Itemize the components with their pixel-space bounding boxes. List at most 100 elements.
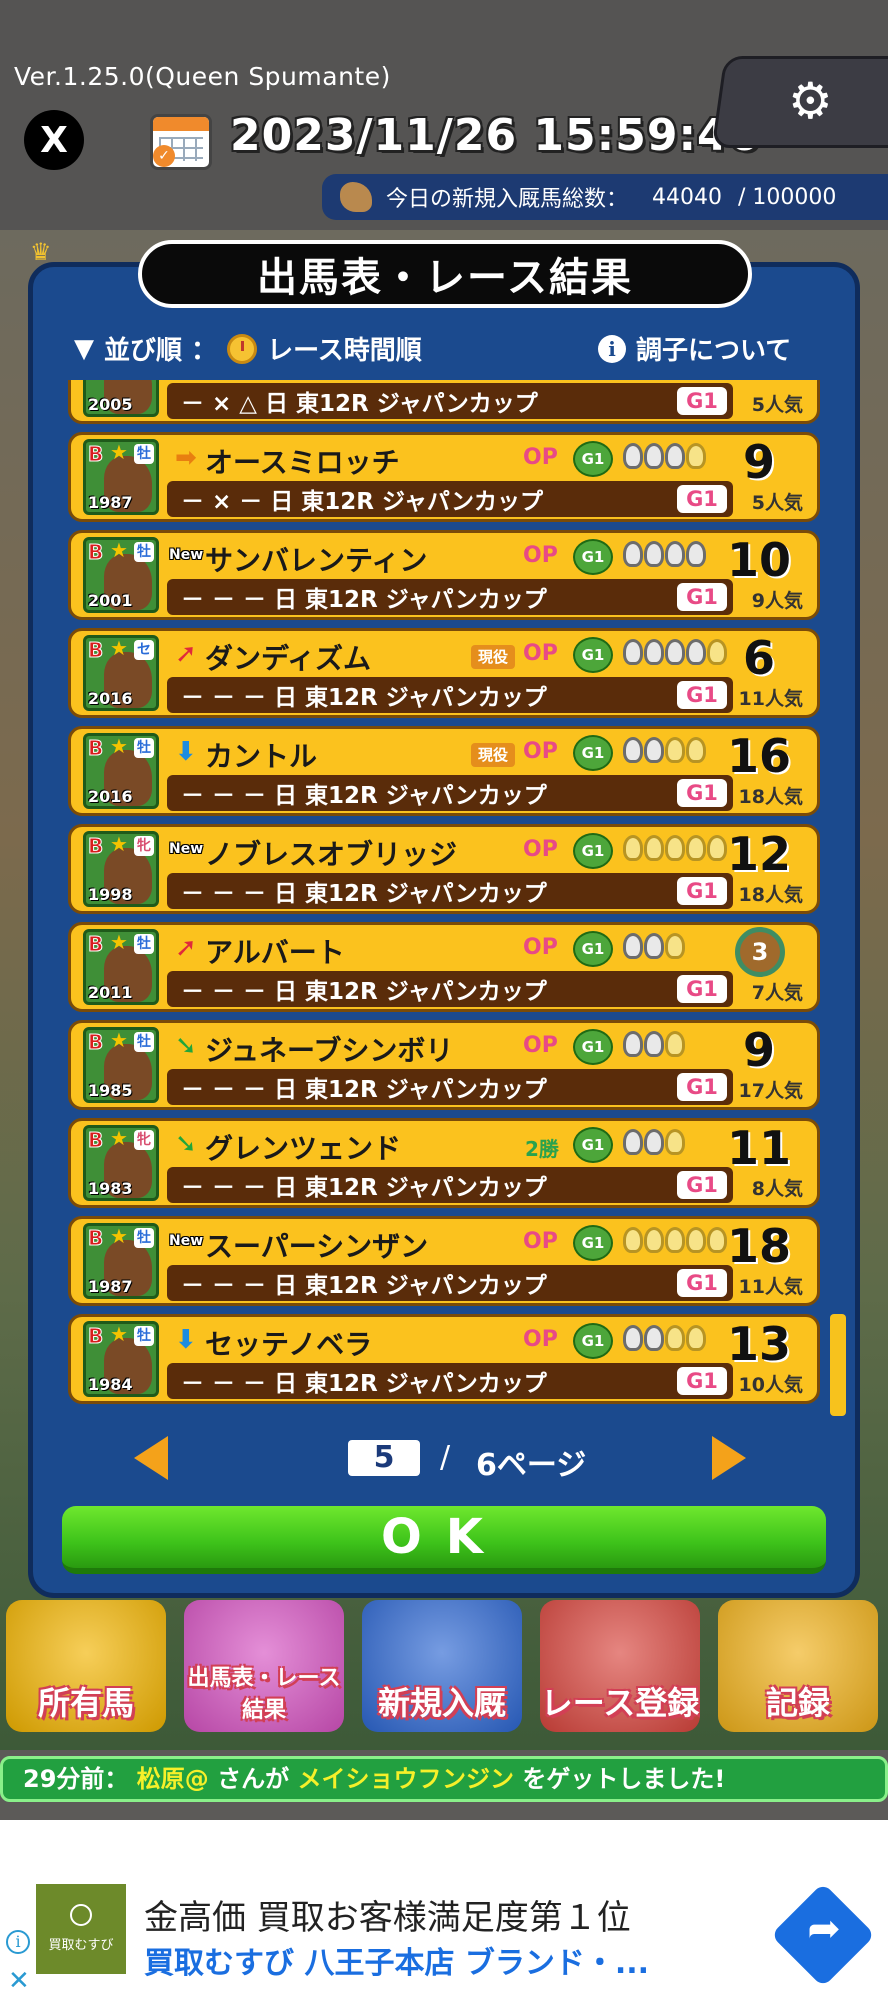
x-share-icon[interactable]: X	[24, 110, 84, 170]
dialog-title: 出馬表・レース結果	[257, 255, 633, 301]
clock-icon	[227, 333, 258, 364]
star-icon: ★	[110, 1322, 128, 1346]
horse-sex: 牡	[134, 542, 154, 562]
finish-position: 9	[742, 1023, 775, 1077]
g1-laurel-icon: G1	[573, 539, 613, 575]
gear-icon[interactable]: ⚙	[788, 76, 833, 126]
horse-sex: セ	[134, 640, 154, 660]
new-badge: New	[169, 841, 204, 857]
horse-grade: B	[87, 834, 104, 859]
popularity-rank: 11人気	[738, 688, 803, 710]
sort-label: 並び順 ：	[104, 336, 218, 366]
dialog-title-box: 出馬表・レース結果	[138, 240, 752, 308]
condition-info-link[interactable]: i 調子について	[598, 330, 791, 367]
horseshoe-gold-icon	[644, 1227, 664, 1253]
race-info-text: － × － 日 東12R ジャパンカップ	[181, 489, 544, 515]
bottom-nav: 所有馬 出馬表・レース結果 新規入厩 レース登録 記録	[0, 1600, 888, 1732]
horse-portrait: B★牡2005	[83, 380, 159, 417]
prev-page-arrow-icon[interactable]	[134, 1436, 168, 1480]
ad-banner[interactable]: i ✕ 買取むすび 金高価 買取お客様満足度第１位 買取むすび 八王子本店 ブラ…	[0, 1866, 888, 2000]
current-page-number[interactable]: 5	[348, 1440, 420, 1476]
finish-position: 9	[742, 435, 775, 489]
horseshoe-icon	[665, 541, 685, 567]
horse-year: 2011	[88, 983, 133, 1002]
horse-name: ダンディズム	[205, 642, 372, 675]
horse-class: OP	[523, 935, 558, 960]
new-horse-count-bar: 今日の新規入厩馬総数： 44040 / 100000	[322, 174, 888, 220]
ad-close-icon[interactable]: ✕	[8, 1966, 30, 1996]
nav-new-stable-button[interactable]: 新規入厩	[362, 1600, 522, 1732]
horse-year: 1984	[88, 1375, 133, 1394]
horse-grade: B	[87, 736, 104, 761]
horse-portrait: B ★ 牡 1984	[83, 1321, 159, 1397]
horse-entry-row[interactable]: B ★ 牡 1987 ➡ オースミロッチ OP G1 － × － 日 東12R ジャパンカップ G…	[68, 432, 820, 522]
horse-entry-row[interactable]: B ★ セ 2016 ➚ ダンディズム 現役 OP G1 － － － 日 東12R ジャパンカップ…	[68, 628, 820, 718]
ad-info-icon[interactable]: i	[6, 1930, 30, 1954]
ok-button[interactable]: OK	[62, 1506, 826, 1574]
condition-trend-icon: ⬇	[175, 1325, 197, 1355]
horse-year: 2016	[88, 787, 133, 806]
star-icon: ★	[110, 734, 128, 758]
horse-entry-row[interactable]: B ★ 牝 1983 ➘ グレンツェンド 2勝 G1 － － － 日 東12R ジャパンカップ G…	[68, 1118, 820, 1208]
race-info-bar: － － － 日 東12R ジャパンカップ G1	[167, 677, 733, 713]
horse-entry-row[interactable]: B★牡2005－ × △ 日 東12R ジャパンカップG1 5人気	[68, 380, 820, 424]
ticker-horse: メイショウフンジン	[297, 1765, 514, 1793]
horse-year: 1987	[88, 1277, 133, 1296]
horseshoe-icon	[644, 1031, 664, 1057]
nav-records-button[interactable]: 記録	[718, 1600, 878, 1732]
nav-label: 出馬表・レース結果	[187, 1666, 341, 1723]
race-info-text: － － － 日 東12R ジャパンカップ	[181, 881, 547, 907]
finish-position: 18	[726, 1219, 791, 1273]
horse-grade: B	[87, 1226, 104, 1251]
ad-logo-emblem-icon	[70, 1904, 92, 1926]
horse-portrait: B ★ 牡 2011	[83, 929, 159, 1005]
star-icon: ★	[110, 1126, 128, 1150]
nav-race-entry-button[interactable]: レース登録	[540, 1600, 700, 1732]
star-icon: ★	[110, 636, 128, 660]
star-icon: ★	[110, 440, 128, 464]
horse-sex: 牝	[134, 1130, 154, 1150]
pager: 5 / 6ページ	[120, 1430, 760, 1486]
horseshoe-gold-icon	[665, 835, 685, 861]
race-info-text: － － － 日 東12R ジャパンカップ	[181, 1175, 547, 1201]
horse-name: セッテノベラ	[205, 1328, 373, 1361]
horse-sex: 牡	[134, 934, 154, 954]
horse-entry-row[interactable]: B ★ 牡 1985 ➘ ジュネーブシンボリ OP G1 － － － 日 東12R ジャパンカッ…	[68, 1020, 820, 1110]
nav-owned-horses-button[interactable]: 所有馬	[6, 1600, 166, 1732]
horse-class: OP	[523, 641, 558, 666]
horseshoe-gold-icon	[665, 1325, 685, 1351]
horse-class: OP	[523, 1229, 558, 1254]
popularity-rank: 17人気	[738, 1080, 803, 1102]
total-pages: 6ページ	[476, 1448, 587, 1483]
list-scrollbar[interactable]	[830, 1314, 846, 1416]
horse-entry-row[interactable]: B ★ 牡 2001 New サンバレンティン OP G1 － － － 日 東12R ジャパンカ…	[68, 530, 820, 620]
nav-race-results-button[interactable]: 出馬表・レース結果	[184, 1600, 344, 1732]
new-horse-count-max: / 100000	[738, 184, 837, 210]
horse-grade: B	[87, 638, 104, 663]
active-badge: 現役	[471, 645, 515, 669]
horse-sex: 牡	[134, 1326, 154, 1346]
horseshoe-icon	[644, 933, 664, 959]
horse-entry-row[interactable]: B ★ 牡 2011 ➚ アルバート OP G1 － － － 日 東12R ジャパンカップ G1 3…	[68, 922, 820, 1012]
condition-info-label: 調子について	[636, 336, 792, 366]
horseshoe-rating	[623, 541, 707, 567]
popularity-rank: 18人気	[738, 884, 803, 906]
finish-position: 16	[726, 729, 791, 783]
horse-entry-list[interactable]: B★牡2005－ × △ 日 東12R ジャパンカップG15人気B★牡1987➡…	[68, 380, 820, 1420]
horse-sex: 牡	[134, 444, 154, 464]
next-page-arrow-icon[interactable]	[712, 1436, 746, 1480]
horse-entry-row[interactable]: B ★ 牡 1987 New スーパーシンザン OP G1 － － － 日 東12R ジャパンカ…	[68, 1216, 820, 1306]
horse-entry-row[interactable]: B ★ 牝 1998 New ノブレスオブリッジ OP G1 － － － 日 東12R ジャパン…	[68, 824, 820, 914]
nav-label: 新規入厩	[377, 1684, 506, 1722]
star-icon: ★	[110, 1224, 128, 1248]
sort-order-control[interactable]: ▼ 並び順 ： レース時間順	[74, 330, 422, 367]
horse-entry-row[interactable]: B ★ 牡 1984 ⬇ セッテノベラ OP G1 － － － 日 東12R ジャパンカップ G1…	[68, 1314, 820, 1404]
horse-name: オースミロッチ	[205, 446, 400, 479]
horse-entry-row[interactable]: B ★ 牡 2016 ⬇ カントル 現役 OP G1 － － － 日 東12R ジャパンカップ G1…	[68, 726, 820, 816]
horseshoe-rating	[623, 1031, 686, 1057]
race-info-bar: － － － 日 東12R ジャパンカップ G1	[167, 1265, 733, 1301]
horse-name: グレンツェンド	[205, 1132, 402, 1165]
finish-position: 10	[726, 533, 791, 587]
horseshoe-icon	[644, 737, 664, 763]
horse-year: 2005	[88, 395, 133, 414]
